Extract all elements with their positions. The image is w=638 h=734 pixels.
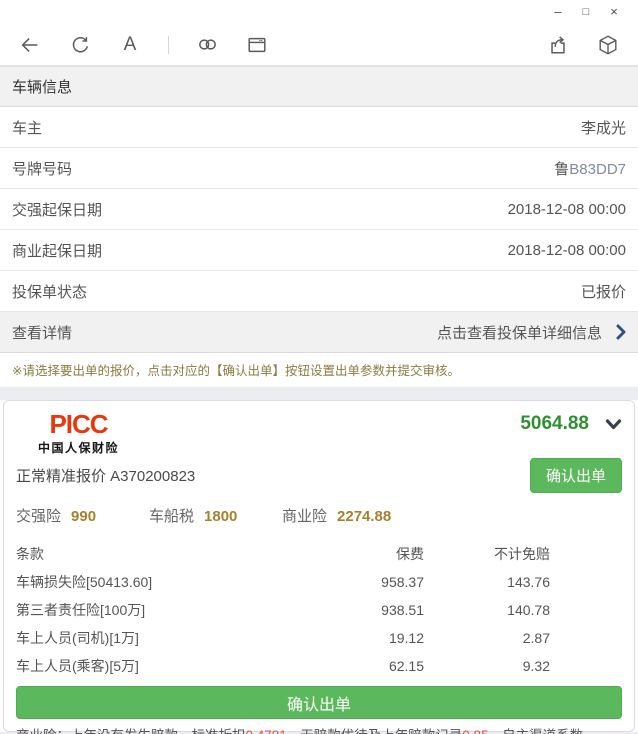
clause-name: 第三者责任险[100万] xyxy=(16,602,146,618)
col-premium-header: 保费 xyxy=(396,546,424,562)
row-policy-status: 投保单状态 已报价 xyxy=(0,271,638,312)
refresh-icon[interactable] xyxy=(68,33,92,57)
picc-logo-subtext: 中国人保财险 xyxy=(38,441,120,455)
coverage-table-header: 条款 保费 不计免赔 xyxy=(16,540,622,568)
clause-deductible: 9.32 xyxy=(522,658,550,674)
toolbar: A xyxy=(0,24,638,66)
col-deductible-header: 不计免赔 xyxy=(494,546,550,562)
share-icon[interactable] xyxy=(546,33,570,57)
clause-deductible: 140.78 xyxy=(507,602,550,618)
row-owner-value: 李成光 xyxy=(580,119,626,137)
view-details-label: 查看详情 xyxy=(12,324,73,342)
toolbar-left-group: A xyxy=(18,33,269,57)
compulsory-premium: 交强险 990 xyxy=(16,505,149,526)
window-titlebar: – □ × xyxy=(0,0,638,24)
row-commercial-start-date: 商业起保日期 2018-12-08 00:00 xyxy=(0,230,638,271)
vehicle-tax: 车船税 1800 xyxy=(149,505,282,526)
row-plate-label: 号牌号码 xyxy=(12,160,73,178)
commercial-premium-value: 2274.88 xyxy=(337,508,392,525)
row-plate-number: 号牌号码 鲁B83DD7 xyxy=(0,148,638,189)
total-premium: 5064.88 xyxy=(520,413,589,434)
back-arrow-icon[interactable] xyxy=(18,33,42,57)
picc-logo: PICC 中国人保财险 xyxy=(38,411,119,456)
toolbar-divider xyxy=(168,35,169,54)
package-cube-icon[interactable] xyxy=(596,33,620,57)
vehicle-tax-value: 1800 xyxy=(204,508,238,525)
clause-deductible: 2.87 xyxy=(522,630,550,646)
picc-logo-text: PICC xyxy=(49,409,108,439)
plate-latin: B83DD7 xyxy=(569,160,626,178)
row-policy-status-label: 投保单状态 xyxy=(12,283,88,301)
clause-name: 车上人员(乘客)[5万] xyxy=(16,658,139,674)
coverage-table: 条款 保费 不计免赔 车辆损失险[50413.60] 958.37 143.76… xyxy=(16,540,622,680)
table-row-vehicle-damage: 车辆损失险[50413.60] 958.37 143.76 xyxy=(16,568,622,596)
premium-summary: 交强险 990 车船税 1800 商业险 2274.88 xyxy=(16,505,622,526)
chevron-right-icon xyxy=(614,324,628,340)
plate-prefix: 鲁 xyxy=(554,160,570,178)
table-row-passenger: 车上人员(乘客)[5万] 62.15 9.32 xyxy=(16,652,622,680)
col-clause-header: 条款 xyxy=(16,546,44,562)
row-commercial-date-label: 商业起保日期 xyxy=(12,242,103,260)
row-compulsory-date-label: 交强起保日期 xyxy=(12,201,103,219)
confirm-issue-button-large[interactable]: 确认出单 xyxy=(16,686,622,719)
vehicle-tax-label: 车船税 xyxy=(149,508,195,525)
message-segment-discount: 0.4781 xyxy=(246,728,287,734)
spacer xyxy=(0,388,638,400)
commercial-premium: 商业险 2274.88 xyxy=(282,505,391,526)
quote-card-header: PICC 中国人保财险 5064.88 xyxy=(16,411,622,456)
quote-title: 正常精准报价 A370200823 xyxy=(16,468,196,485)
quote-title-row: 正常精准报价 A370200823 确认出单 xyxy=(16,458,622,493)
clause-name: 车辆损失险[50413.60] xyxy=(16,574,153,590)
close-button[interactable]: × xyxy=(600,0,628,24)
clause-deductible: 143.76 xyxy=(507,574,550,590)
row-compulsory-date-value: 2018-12-08 00:00 xyxy=(507,200,626,218)
chevron-down-icon[interactable] xyxy=(605,418,622,431)
selection-notice: ※请选择要出单的报价，点击对应的【确认出单】按钮设置出单参数并提交审核。 xyxy=(0,353,638,388)
row-compulsory-start-date: 交强起保日期 2018-12-08 00:00 xyxy=(0,189,638,230)
commercial-premium-label: 商业险 xyxy=(282,508,328,525)
message-segment: 商业险：上年没有发生赔款，标准折扣 xyxy=(16,728,246,734)
compulsory-premium-label: 交强险 xyxy=(16,508,62,525)
table-row-driver: 车上人员(司机)[1万] 19.12 2.87 xyxy=(16,624,622,652)
font-size-button[interactable]: A xyxy=(118,33,142,57)
maximize-button[interactable]: □ xyxy=(572,0,600,24)
view-details-row[interactable]: 查看详情 点击查看投保单详细信息 xyxy=(0,312,638,353)
table-row-third-party: 第三者责任险[100万] 938.51 140.78 xyxy=(16,596,622,624)
row-owner: 车主 李成光 xyxy=(0,107,638,148)
row-policy-status-value: 已报价 xyxy=(580,283,626,301)
quote-message: 商业险：上年没有发生赔款，标准折扣0.4781。无赔款优待及上年赔款记录0.85… xyxy=(16,727,622,734)
view-details-value: 点击查看投保单详细信息 xyxy=(436,324,602,342)
browser-window-icon[interactable] xyxy=(245,33,269,57)
minimize-button[interactable]: – xyxy=(544,0,572,24)
clause-premium: 938.51 xyxy=(381,602,424,618)
message-segment-ncd: 0.85 xyxy=(462,728,488,734)
compulsory-premium-value: 990 xyxy=(71,508,97,525)
clause-premium: 19.12 xyxy=(388,630,424,646)
clause-name: 车上人员(司机)[1万] xyxy=(16,630,139,646)
link-icon[interactable] xyxy=(195,33,219,57)
total-premium-group: 5064.88 xyxy=(520,413,622,435)
section-title-vehicle-info: 车辆信息 xyxy=(0,66,638,107)
clause-premium: 62.15 xyxy=(388,658,424,674)
clause-premium: 958.37 xyxy=(381,574,424,590)
quote-card: PICC 中国人保财险 5064.88 正常精准报价 A370200823 确认… xyxy=(3,400,635,734)
row-plate-value: 鲁B83DD7 xyxy=(554,158,626,179)
row-owner-label: 车主 xyxy=(12,119,43,137)
row-commercial-date-value: 2018-12-08 00:00 xyxy=(507,241,626,259)
message-segment: 。无赔款优待及上年赔款记录 xyxy=(287,728,463,734)
message-segment: ，自主渠道系数 xyxy=(489,728,584,734)
toolbar-right-group xyxy=(546,33,620,57)
confirm-issue-button-small[interactable]: 确认出单 xyxy=(529,458,622,493)
